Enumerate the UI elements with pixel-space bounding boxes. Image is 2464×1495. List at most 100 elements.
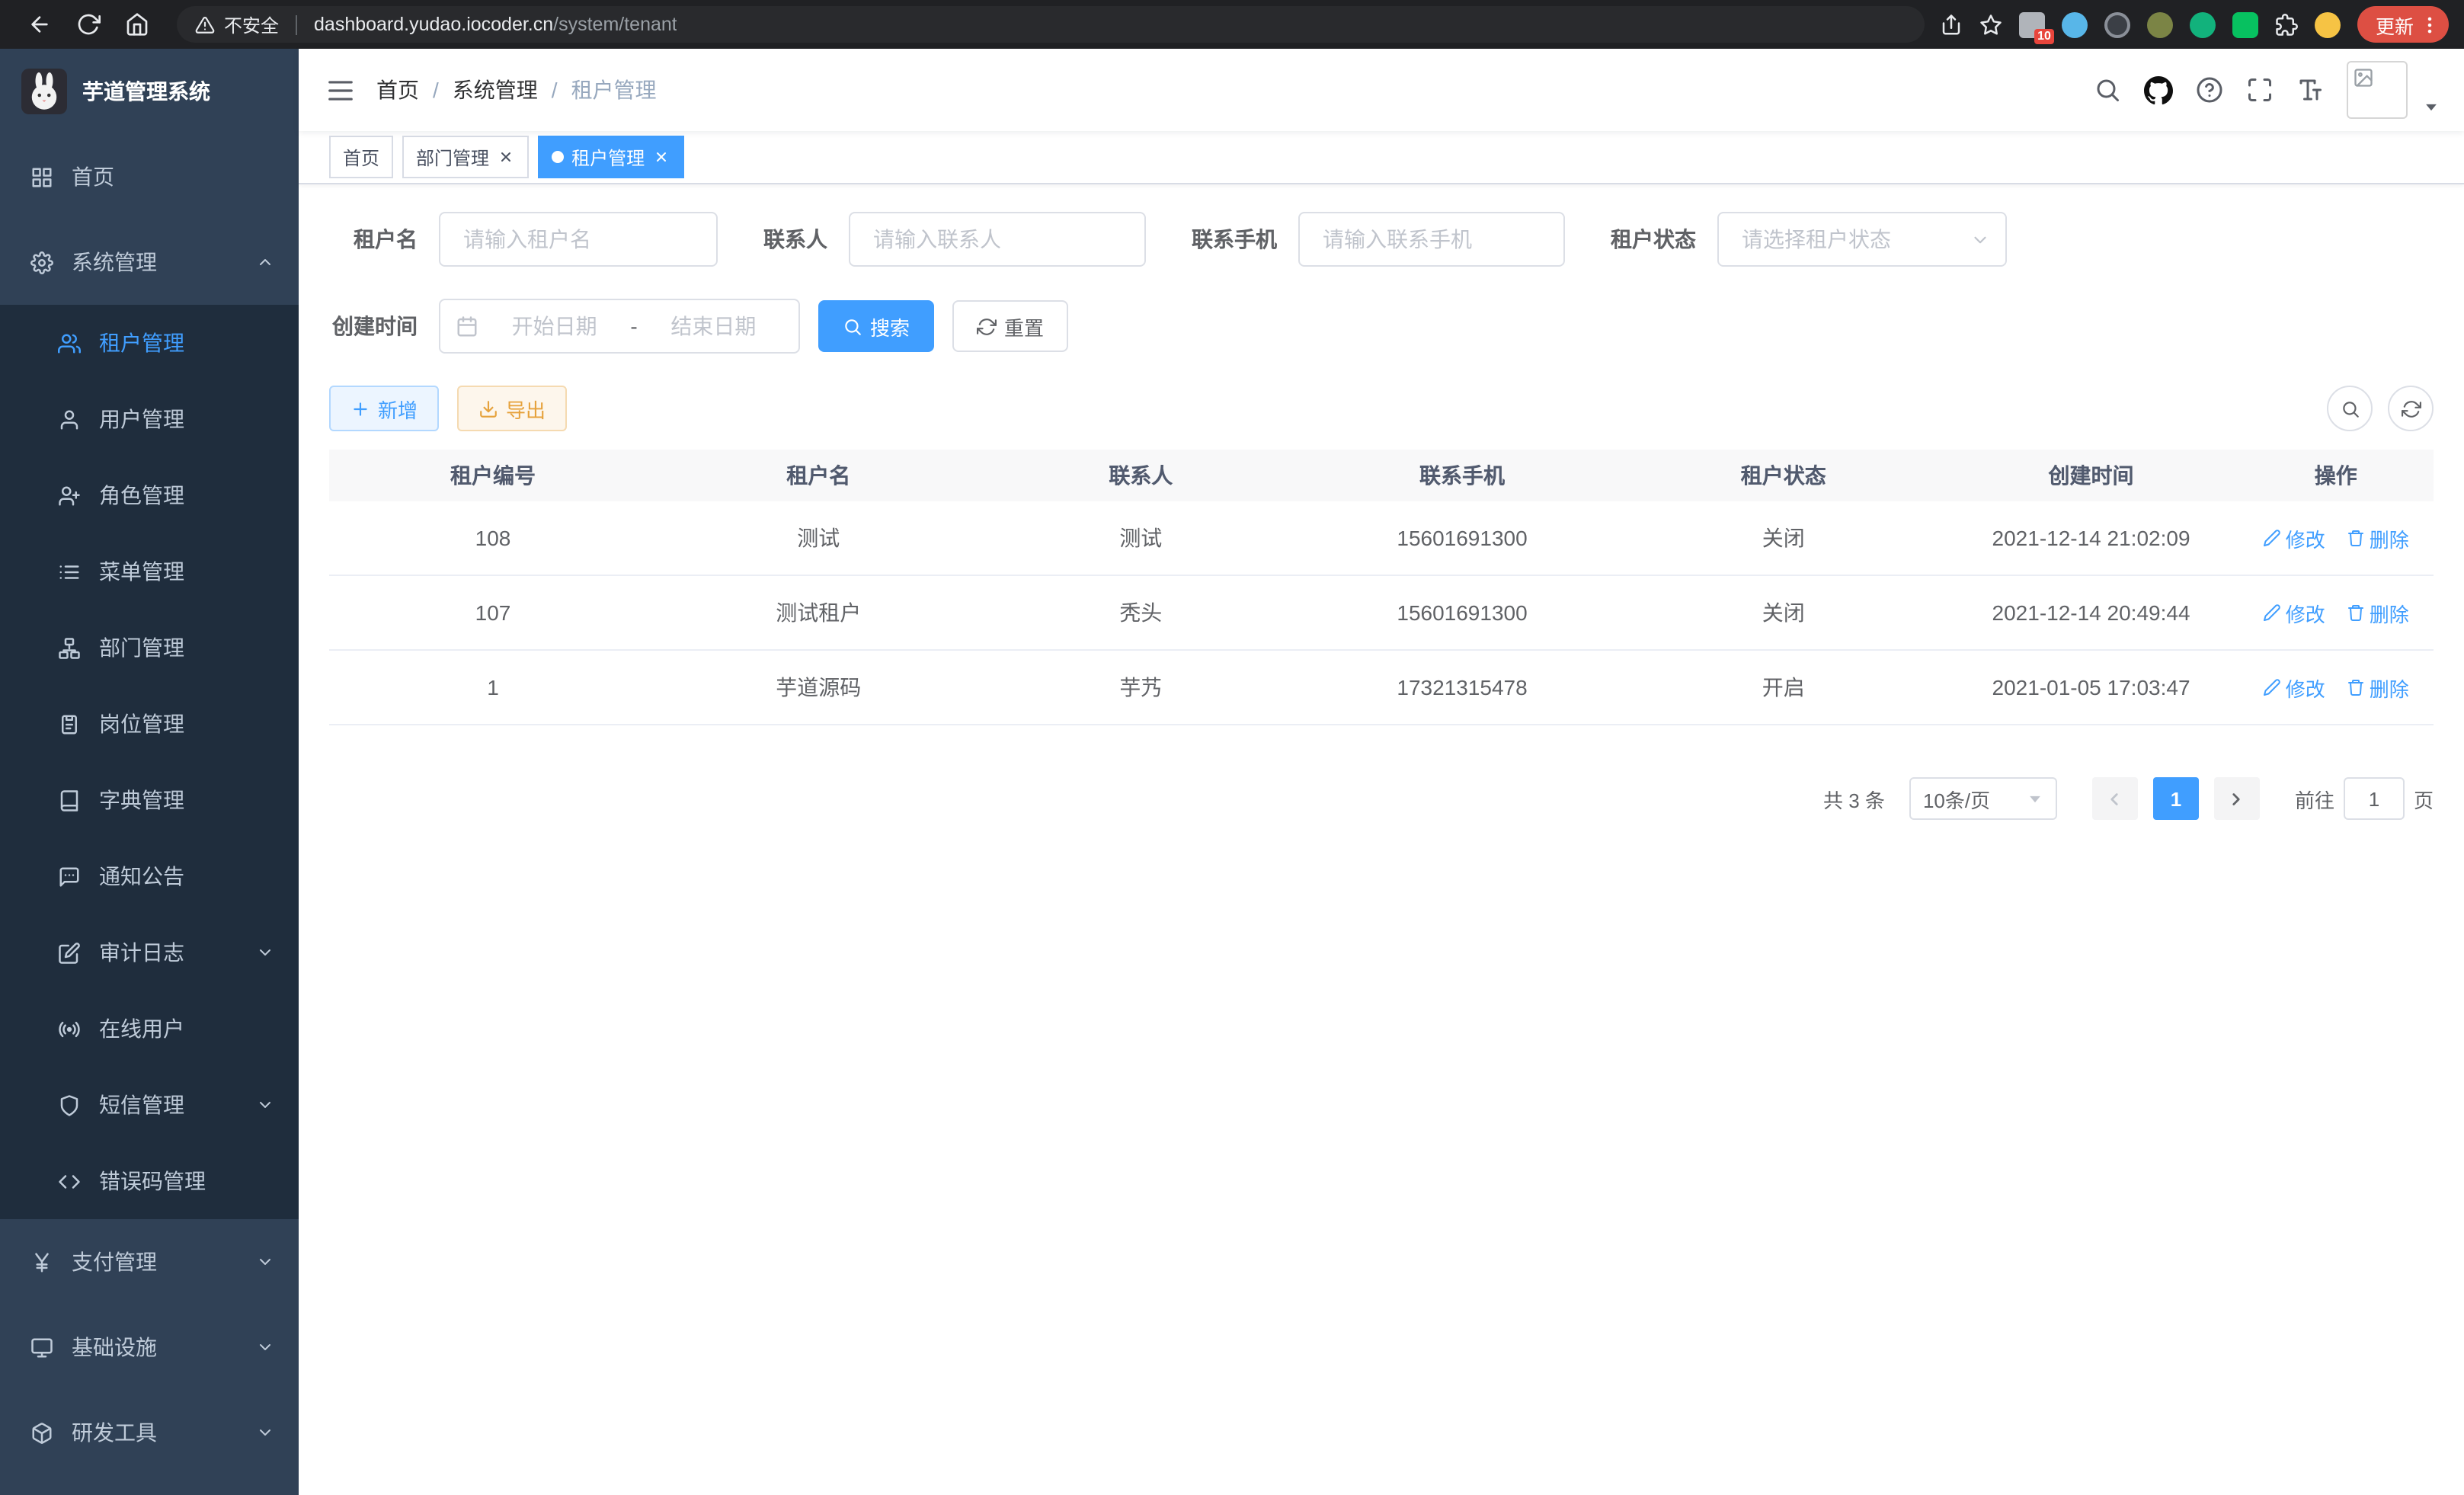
code-icon (58, 1170, 81, 1192)
search-button[interactable]: 搜索 (818, 300, 934, 352)
sidebar-item-role[interactable]: 角色管理 (0, 457, 299, 533)
sidebar-item-infra[interactable]: 基础设施 (0, 1305, 299, 1390)
cell-actions: 修改删除 (2238, 650, 2434, 725)
table-row: 108测试测试15601691300关闭2021-12-14 21:02:09修… (329, 501, 2434, 575)
extension-icon-6[interactable] (2232, 11, 2258, 37)
browser-home-button[interactable] (117, 5, 157, 44)
extension-icon-2[interactable] (2062, 11, 2088, 37)
cell-phone: 15601691300 (1301, 501, 1623, 575)
sidebar-item-system[interactable]: 系统管理 (0, 219, 299, 305)
tab-home[interactable]: 首页 (329, 136, 393, 178)
extension-icon-1[interactable]: 10 (2019, 11, 2045, 37)
extension-icon-5[interactable] (2190, 11, 2216, 37)
phone-label: 联系手机 (1192, 224, 1277, 255)
chevron-up-icon (256, 253, 274, 271)
sidebar-item-label: 首页 (72, 162, 274, 192)
close-tab-icon[interactable] (652, 148, 670, 166)
sidebar-item-sms[interactable]: 短信管理 (0, 1067, 299, 1143)
browser-back-button[interactable] (20, 5, 59, 44)
address-bar[interactable]: 不安全 dashboard.yudao.iocoder.cn/system/te… (177, 6, 1925, 43)
sidebar-item-dept[interactable]: 部门管理 (0, 610, 299, 686)
sidebar-item-label: 支付管理 (72, 1247, 247, 1277)
sidebar-item-online-user[interactable]: 在线用户 (0, 991, 299, 1067)
font-size-icon[interactable] (2296, 76, 2324, 104)
browser-profile-avatar[interactable] (2315, 11, 2341, 37)
tab-dept[interactable]: 部门管理 (402, 136, 529, 178)
refresh-table-button[interactable] (2388, 386, 2434, 431)
status-select[interactable]: 请选择租户状态 (1717, 212, 2007, 267)
browser-menu-icon[interactable] (2420, 14, 2440, 34)
sidebar-item-user[interactable]: 用户管理 (0, 381, 299, 457)
browser-reload-button[interactable] (69, 5, 108, 44)
tab-tenant[interactable]: 租户管理 (538, 136, 684, 178)
sidebar-item-error-code[interactable]: 错误码管理 (0, 1143, 299, 1219)
refresh-icon (977, 316, 997, 336)
add-button[interactable]: 新增 (329, 386, 439, 431)
sidebar-item-dict[interactable]: 字典管理 (0, 762, 299, 838)
close-tab-icon[interactable] (497, 148, 515, 166)
sidebar-item-notice[interactable]: 通知公告 (0, 838, 299, 914)
delete-link[interactable]: 删除 (2347, 598, 2409, 627)
delete-link[interactable]: 删除 (2347, 673, 2409, 702)
cell-id: 108 (329, 501, 657, 575)
contact-input[interactable] (849, 212, 1146, 267)
update-button[interactable]: 更新 (2357, 6, 2449, 43)
sidebar-item-pay[interactable]: 支付管理 (0, 1219, 299, 1305)
status-label: 租户状态 (1611, 224, 1696, 255)
sidebar-item-label: 租户管理 (99, 328, 274, 358)
next-page-button[interactable] (2214, 777, 2260, 820)
user-menu-caret-icon[interactable] (2423, 98, 2440, 115)
toggle-search-button[interactable] (2327, 386, 2373, 431)
chevron-right-icon (2227, 789, 2247, 808)
sidebar-collapse-icon[interactable] (326, 75, 355, 104)
export-button[interactable]: 导出 (457, 386, 567, 431)
column-header: 租户编号 (329, 450, 657, 501)
prev-page-button[interactable] (2092, 777, 2138, 820)
user-avatar[interactable] (2347, 61, 2408, 119)
cell-status: 开启 (1623, 650, 1944, 725)
bookmark-star-button[interactable] (1979, 13, 2002, 36)
edit-link[interactable]: 修改 (2263, 673, 2325, 702)
github-icon[interactable] (2144, 75, 2173, 104)
monitor-icon (30, 1336, 53, 1359)
sidebar-item-label: 审计日志 (99, 937, 247, 968)
tenant-name-input[interactable] (439, 212, 718, 267)
page-number-1[interactable]: 1 (2153, 777, 2199, 820)
reset-button[interactable]: 重置 (952, 300, 1068, 352)
extension-icon-4[interactable] (2147, 11, 2173, 37)
breadcrumb-home[interactable]: 首页 (376, 75, 419, 105)
date-range-picker[interactable]: 开始日期 - 结束日期 (439, 299, 800, 354)
main-area: 首页 / 系统管理 / 租户管理 首页部门管理租户管理 (299, 49, 2464, 1495)
extensions-puzzle-button[interactable] (2275, 13, 2298, 36)
sidebar-item-tenant[interactable]: 租户管理 (0, 305, 299, 381)
cell-created: 2021-12-14 21:02:09 (1944, 501, 2238, 575)
fullscreen-icon[interactable] (2246, 76, 2274, 104)
edit-link[interactable]: 修改 (2263, 523, 2325, 552)
chevron-down-icon (256, 1338, 274, 1356)
column-header: 操作 (2238, 450, 2434, 501)
extension-icon-3[interactable] (2104, 11, 2130, 37)
share-button[interactable] (1940, 13, 1963, 36)
sidebar-item-post[interactable]: 岗位管理 (0, 686, 299, 762)
page-size-select[interactable]: 10条/页 (1909, 777, 2057, 820)
security-label[interactable]: 不安全 (224, 11, 279, 37)
header-search-icon[interactable] (2094, 76, 2121, 104)
warning-icon (195, 14, 215, 34)
cell-phone: 15601691300 (1301, 575, 1623, 650)
app-logo[interactable]: 芋道管理系统 (0, 49, 299, 134)
cell-id: 1 (329, 650, 657, 725)
help-icon[interactable] (2196, 76, 2223, 104)
phone-input[interactable] (1298, 212, 1565, 267)
sidebar-item-home[interactable]: 首页 (0, 134, 299, 219)
tab-label: 首页 (343, 144, 379, 170)
filter-status: 租户状态 请选择租户状态 (1611, 212, 2007, 267)
sidebar-item-dev-tool[interactable]: 研发工具 (0, 1390, 299, 1475)
sidebar-item-menu[interactable]: 菜单管理 (0, 533, 299, 610)
app-shell: 芋道管理系统 首页系统管理租户管理用户管理角色管理菜单管理部门管理岗位管理字典管… (0, 49, 2464, 1495)
delete-link[interactable]: 删除 (2347, 523, 2409, 552)
breadcrumb-system[interactable]: 系统管理 (453, 75, 538, 105)
sidebar-item-audit-log[interactable]: 审计日志 (0, 914, 299, 991)
edit-icon (2263, 603, 2281, 622)
goto-page-input[interactable] (2344, 777, 2405, 820)
edit-link[interactable]: 修改 (2263, 598, 2325, 627)
